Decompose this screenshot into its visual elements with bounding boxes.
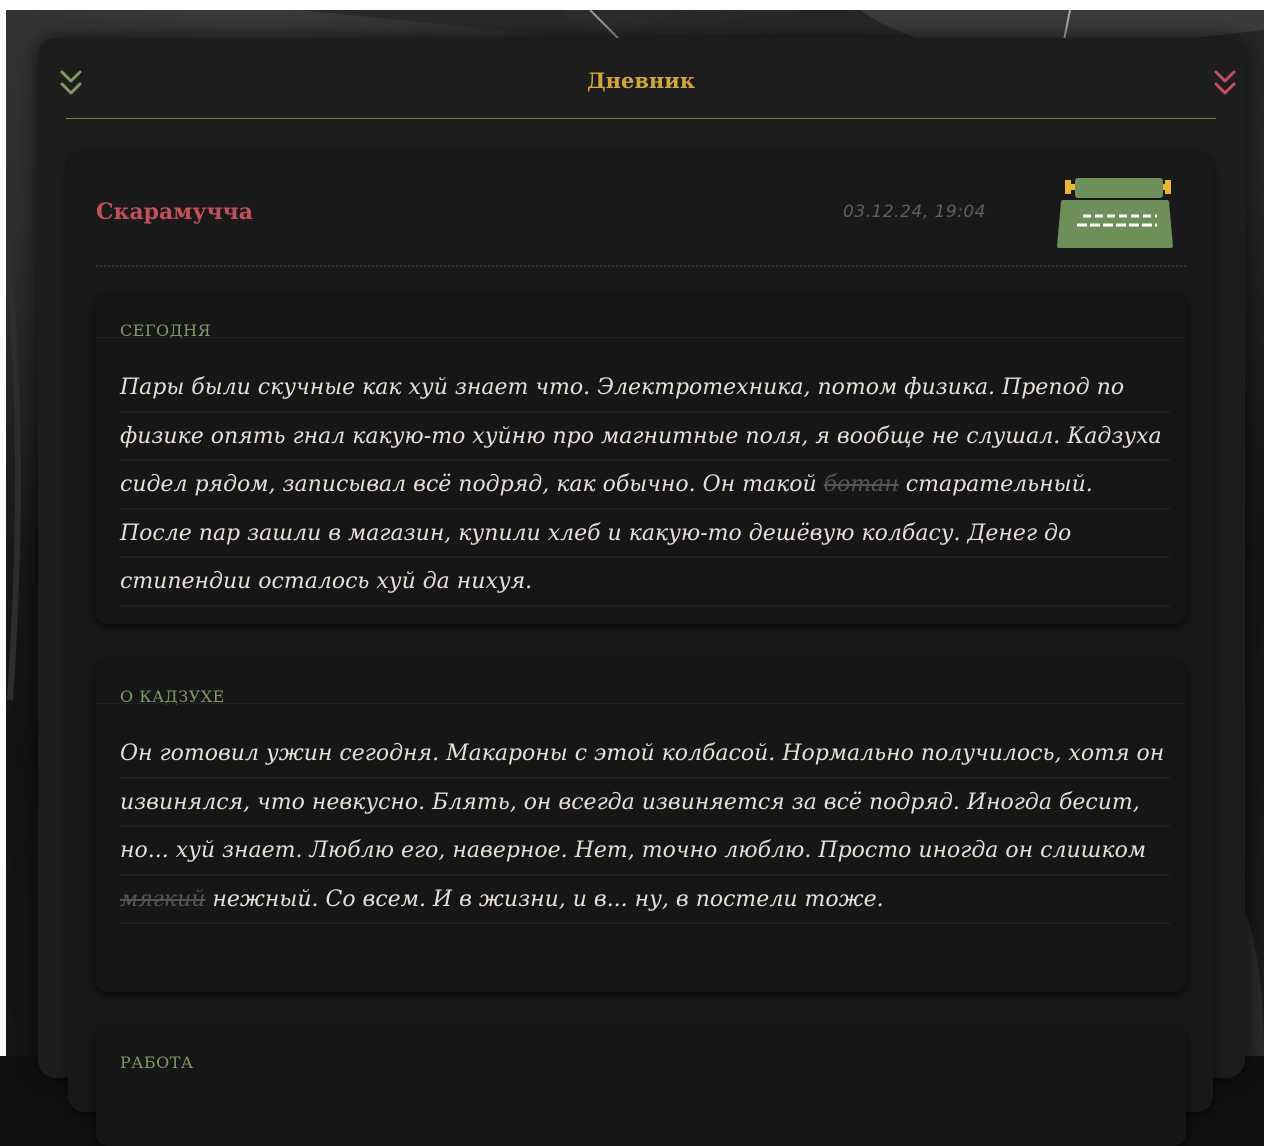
window-top-edge: [0, 0, 1264, 10]
section-text-part: Он готовил ужин сегодня. Макароны с этой…: [120, 741, 1165, 863]
section-card: РАБОТА: [96, 1026, 1186, 1146]
entry-date: 03.12.24, 19:04: [843, 202, 987, 222]
chevrons-down-icon[interactable]: [1212, 64, 1238, 100]
section-text: Он готовил ужин сегодня. Макароны с этой…: [120, 730, 1170, 924]
entry-author: Скарамучча: [96, 199, 253, 225]
section-text-part: нежный. Со всем. И в жизни, и в... ну, в…: [205, 886, 884, 912]
section-text: Пары были скучные как хуй знает что. Эле…: [120, 364, 1170, 607]
panel-header: Дневник: [60, 38, 1236, 119]
typewriter-icon: [1053, 178, 1175, 250]
section-rule: [96, 337, 1186, 338]
section-rule: [96, 703, 1186, 704]
diary-entry: Скарамучча 03.12.24, 19:04 СЕГОДНЯ Пары …: [68, 152, 1213, 1146]
struck-word: ботан: [823, 472, 899, 497]
diary-panel: Дневник Скарамучча 03.12.24, 19:04 СЕГОД…: [38, 38, 1245, 1146]
section-card: СЕГОДНЯ Пары были скучные как хуй знает …: [96, 294, 1186, 624]
panel-title: Дневник: [586, 68, 696, 93]
section-card: О КАДЗУХЕ Он готовил ужин сегодня. Макар…: [96, 660, 1186, 992]
window-left-edge: [0, 0, 6, 1056]
entry-divider: [96, 265, 1186, 267]
struck-word: мягкий: [120, 886, 206, 912]
